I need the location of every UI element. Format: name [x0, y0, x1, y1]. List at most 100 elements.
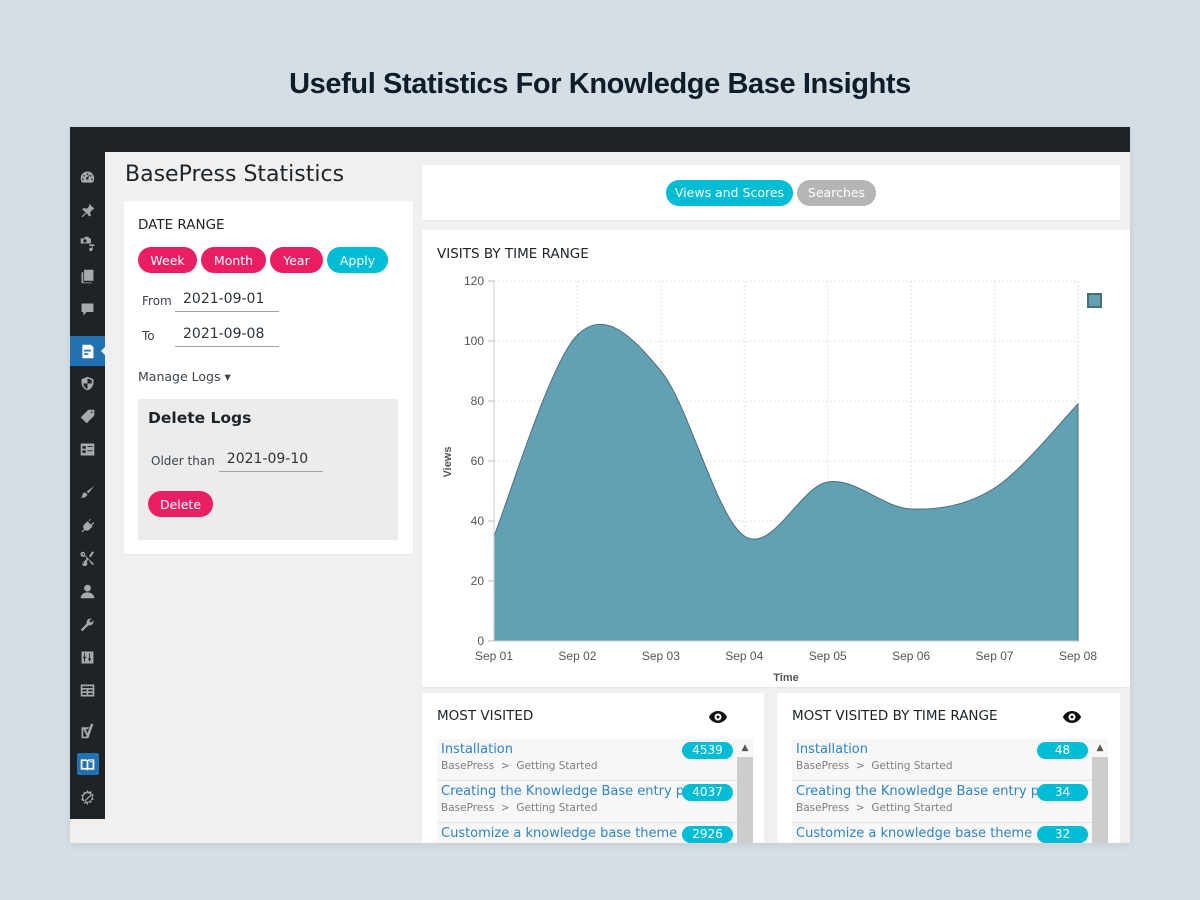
- media-icon[interactable]: [70, 228, 105, 258]
- series-area: [493, 323, 1079, 642]
- page-title: BasePress Statistics: [125, 162, 345, 187]
- crumb-section: Getting Started: [871, 760, 953, 772]
- tag-icon[interactable]: [70, 401, 105, 431]
- eye-icon[interactable]: [708, 710, 728, 724]
- date-range-panel: DATE RANGE Week Month Year Apply From To…: [124, 201, 413, 554]
- yoast-icon[interactable]: [70, 716, 105, 746]
- list-scrollbar[interactable]: ▲: [737, 739, 753, 843]
- y-tick-label: 40: [471, 514, 485, 528]
- to-label: To: [142, 328, 155, 343]
- view-count-badge: 4539: [682, 742, 733, 759]
- app-window: BasePress Statistics DATE RANGE Week Mon…: [70, 127, 1130, 843]
- y-tick-label: 80: [471, 394, 485, 408]
- crumb-root: BasePress: [441, 760, 495, 772]
- x-tick-label: Sep 08: [1059, 649, 1097, 663]
- document-icon[interactable]: [70, 336, 106, 366]
- list-item: Creating the Knowledge Base entry page B…: [792, 781, 1092, 823]
- table-icon[interactable]: [70, 675, 105, 705]
- visits-chart: 0 20 40 60 80 100 120 Sep 01 Sep 02 Sep 03 Sep 04…: [442, 274, 1102, 684]
- view-count-badge: 2926: [682, 826, 733, 843]
- scissors-icon[interactable]: [70, 543, 105, 573]
- y-tick-label: 20: [471, 574, 485, 588]
- x-tick-label: Sep 01: [475, 649, 513, 663]
- apply-button[interactable]: Apply: [327, 247, 388, 273]
- month-button[interactable]: Month: [201, 247, 266, 273]
- most-visited-panel: MOST VISITED Installation BasePress > Ge…: [422, 693, 764, 843]
- book-icon[interactable]: [70, 749, 105, 779]
- view-count-badge: 32: [1037, 826, 1088, 843]
- scroll-up-icon[interactable]: ▲: [737, 739, 753, 757]
- manage-logs-toggle[interactable]: Manage Logs ▾: [138, 369, 231, 384]
- breadcrumb: BasePress > Getting Started: [441, 802, 598, 814]
- x-tick-label: Sep 07: [976, 649, 1014, 663]
- view-count-badge: 34: [1037, 784, 1088, 801]
- crumb-section: Getting Started: [516, 802, 598, 814]
- scroll-thumb[interactable]: [737, 757, 753, 843]
- breadcrumb: BasePress > Getting Started: [796, 802, 953, 814]
- week-button[interactable]: Week: [138, 247, 197, 273]
- sliders-icon[interactable]: [70, 642, 105, 672]
- x-axis: Sep 01 Sep 02 Sep 03 Sep 04 Sep 05 Sep 06 Sep …: [475, 640, 1097, 663]
- y-tick-label: 120: [464, 274, 484, 288]
- from-date-input[interactable]: [175, 289, 279, 312]
- x-axis-label: Time: [773, 672, 798, 684]
- shield-icon[interactable]: [70, 368, 105, 398]
- crumb-root: BasePress: [796, 802, 850, 814]
- crumb-section: Getting Started: [871, 802, 953, 814]
- crumb-root: BasePress: [796, 760, 850, 772]
- user-icon[interactable]: [70, 576, 105, 606]
- x-tick-label: Sep 05: [809, 649, 847, 663]
- list-item: Installation BasePress > Getting Started…: [437, 739, 737, 781]
- x-tick-label: Sep 06: [892, 649, 930, 663]
- knowledge-base-menu[interactable]: [76, 753, 99, 775]
- comments-icon[interactable]: [70, 294, 105, 324]
- admin-top-bar: [70, 127, 1130, 152]
- list-icon[interactable]: [70, 434, 105, 464]
- crumb-section: Getting Started: [516, 760, 598, 772]
- eye-icon[interactable]: [1062, 710, 1082, 724]
- scroll-thumb[interactable]: [1092, 757, 1108, 843]
- crumb-root: BasePress: [441, 802, 495, 814]
- y-tick-label: 100: [464, 334, 484, 348]
- y-tick-label: 0: [477, 634, 484, 648]
- to-date-input[interactable]: [175, 324, 279, 347]
- pages-icon[interactable]: [70, 261, 105, 291]
- from-label: From: [142, 293, 172, 308]
- tab-views-and-scores[interactable]: Views and Scores: [666, 179, 793, 206]
- dashboard-icon[interactable]: [70, 162, 105, 192]
- older-than-date-input[interactable]: [218, 449, 323, 472]
- plugin-icon[interactable]: [70, 510, 105, 540]
- most-visited-range-list: Installation BasePress > Getting Started…: [792, 739, 1092, 843]
- year-button[interactable]: Year: [270, 247, 323, 273]
- list-item: Customize a knowledge base theme 2926: [437, 823, 737, 843]
- most-visited-range-title: MOST VISITED BY TIME RANGE: [792, 708, 998, 724]
- x-tick-label: Sep 04: [725, 649, 763, 663]
- y-axis-label: Views: [442, 447, 454, 478]
- list-scrollbar[interactable]: ▲: [1092, 739, 1108, 843]
- scroll-up-icon[interactable]: ▲: [1092, 739, 1108, 757]
- date-range-title: DATE RANGE: [138, 217, 225, 233]
- admin-sidebar: [70, 152, 106, 819]
- visits-chart-panel: VISITS BY TIME RANGE 0 20 40 60 80 100 120 Sep…: [422, 230, 1130, 687]
- hero-title: Useful Statistics For Knowledge Base Ins…: [289, 68, 911, 100]
- wrench-icon[interactable]: [70, 609, 105, 639]
- x-tick-label: Sep 02: [558, 649, 596, 663]
- view-count-badge: 48: [1037, 742, 1088, 759]
- breadcrumb: BasePress > Getting Started: [441, 760, 598, 772]
- delete-button[interactable]: Delete: [148, 491, 213, 517]
- tab-searches[interactable]: Searches: [797, 179, 876, 206]
- x-tick-label: Sep 03: [642, 649, 680, 663]
- list-item: Customize a knowledge base theme 32: [792, 823, 1092, 843]
- legend-swatch: [1087, 293, 1102, 308]
- stats-tabs-bar: Views and Scores Searches: [422, 165, 1120, 220]
- most-visited-list: Installation BasePress > Getting Started…: [437, 739, 737, 843]
- most-visited-by-range-panel: MOST VISITED BY TIME RANGE Installation …: [777, 693, 1120, 843]
- most-visited-title: MOST VISITED: [437, 708, 534, 724]
- view-count-badge: 4037: [682, 784, 733, 801]
- pin-icon[interactable]: [70, 195, 105, 225]
- gear-slash-icon[interactable]: [70, 782, 105, 812]
- delete-logs-title: Delete Logs: [148, 409, 252, 427]
- list-item: Creating the Knowledge Base entry page B…: [437, 781, 737, 823]
- brush-icon[interactable]: [70, 477, 105, 507]
- y-axis: 0 20 40 60 80 100 120: [464, 274, 495, 648]
